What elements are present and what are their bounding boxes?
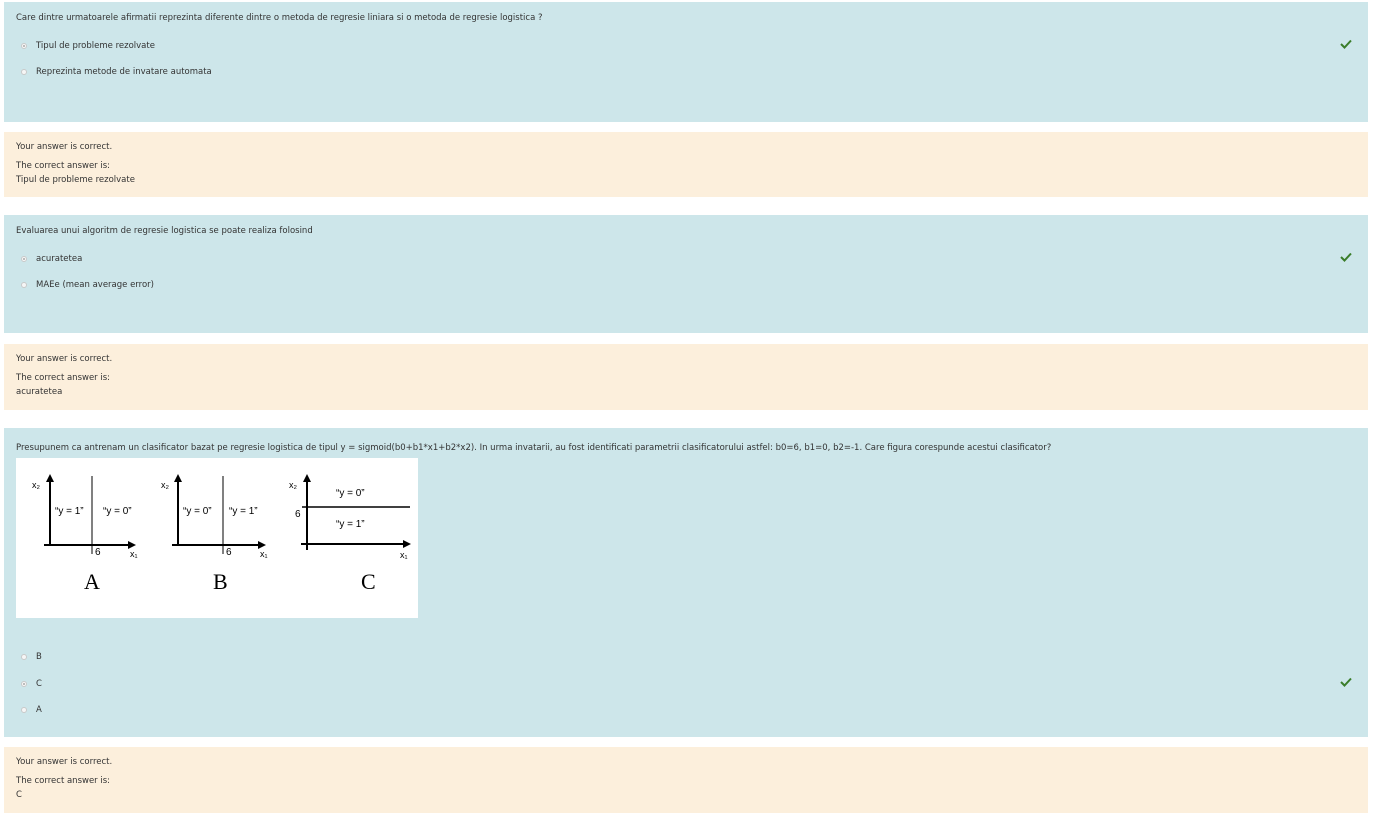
- radio-button[interactable]: [21, 654, 27, 660]
- option-label: acuratetea: [36, 254, 83, 264]
- panel-b-tick: 6: [226, 547, 232, 558]
- panel-c-tick: 6: [295, 509, 301, 520]
- question-3-option-2[interactable]: C: [21, 678, 42, 690]
- question-3-option-1[interactable]: B: [21, 651, 42, 663]
- option-label: B: [36, 652, 42, 662]
- question-3-option-3[interactable]: A: [21, 704, 42, 716]
- correct-answer-value: acuratetea: [16, 387, 63, 397]
- option-label: Tipul de probleme rezolvate: [36, 41, 155, 51]
- correct-answer-label: The correct answer is:: [16, 373, 111, 383]
- panel-b-letter: B: [213, 569, 228, 594]
- panel-c: x₂ x₁ 6 “y = 0” “y = 1” C: [289, 474, 411, 594]
- panel-c-y-axis: x₂: [289, 480, 298, 490]
- decision-boundary-figure: x₂ x₁ 6 “y = 1” “y = 0” A x₂ x₁ 6 “y = 0…: [16, 458, 418, 618]
- question-1-option-1[interactable]: Tipul de probleme rezolvate: [21, 40, 155, 52]
- question-3-text: Presupunem ca antrenam un clasificator b…: [16, 443, 1052, 453]
- radio-button[interactable]: [21, 69, 27, 75]
- question-1-option-2[interactable]: Reprezinta metode de invatare automata: [21, 66, 212, 78]
- radio-button[interactable]: [21, 256, 27, 262]
- correct-answer-value: Tipul de probleme rezolvate: [16, 175, 135, 185]
- panel-b-left-label: “y = 0”: [183, 506, 212, 517]
- question-1: Care dintre urmatoarele afirmatii reprez…: [4, 2, 1368, 122]
- question-2-option-1[interactable]: acuratetea: [21, 253, 82, 265]
- question-2: Evaluarea unui algoritm de regresie logi…: [4, 215, 1368, 333]
- panel-b-right-label: “y = 1”: [229, 506, 258, 517]
- panel-b-y-axis: x₂: [161, 480, 170, 490]
- correct-answer-value: C: [16, 790, 22, 800]
- option-label: Reprezinta metode de invatare automata: [36, 67, 212, 77]
- question-2-option-2[interactable]: MAEe (mean average error): [21, 279, 154, 291]
- panel-b: x₂ x₁ 6 “y = 0” “y = 1” B: [161, 474, 268, 594]
- panel-c-bottom-label: “y = 1”: [336, 519, 365, 530]
- feedback-3: Your answer is correct. The correct answ…: [4, 747, 1368, 813]
- panel-c-top-label: “y = 0”: [336, 488, 365, 499]
- panel-c-x-axis: x₁: [400, 550, 408, 560]
- question-2-text: Evaluarea unui algoritm de regresie logi…: [16, 226, 313, 236]
- radio-button[interactable]: [21, 707, 27, 713]
- radio-button[interactable]: [21, 681, 27, 687]
- option-label: C: [36, 679, 42, 689]
- option-label: MAEe (mean average error): [36, 280, 154, 290]
- panel-a-right-label: “y = 0”: [103, 506, 132, 517]
- panel-a-x-axis: x₁: [130, 549, 138, 559]
- radio-button[interactable]: [21, 282, 27, 288]
- panel-a-letter: A: [84, 569, 100, 594]
- correct-answer-label: The correct answer is:: [16, 776, 111, 786]
- feedback-status: Your answer is correct.: [16, 354, 113, 364]
- panel-a: x₂ x₁ 6 “y = 1” “y = 0” A: [32, 474, 138, 594]
- panel-a-y-axis: x₂: [32, 480, 41, 490]
- feedback-1: Your answer is correct. The correct answ…: [4, 132, 1368, 197]
- option-label: A: [36, 705, 42, 715]
- question-3: Presupunem ca antrenam un clasificator b…: [4, 428, 1368, 737]
- panel-a-tick: 6: [95, 547, 101, 558]
- check-icon: [1340, 677, 1352, 687]
- feedback-status: Your answer is correct.: [16, 142, 113, 152]
- question-1-text: Care dintre urmatoarele afirmatii reprez…: [16, 13, 543, 23]
- check-icon: [1340, 252, 1352, 262]
- feedback-status: Your answer is correct.: [16, 757, 113, 767]
- panel-b-x-axis: x₁: [260, 549, 268, 559]
- panel-a-left-label: “y = 1”: [55, 506, 84, 517]
- radio-button[interactable]: [21, 43, 27, 49]
- panel-c-letter: C: [361, 569, 376, 594]
- check-icon: [1340, 39, 1352, 49]
- correct-answer-label: The correct answer is:: [16, 161, 111, 171]
- figure-drawing: x₂ x₁ 6 “y = 1” “y = 0” A x₂ x₁ 6 “y = 0…: [32, 474, 411, 594]
- feedback-2: Your answer is correct. The correct answ…: [4, 344, 1368, 410]
